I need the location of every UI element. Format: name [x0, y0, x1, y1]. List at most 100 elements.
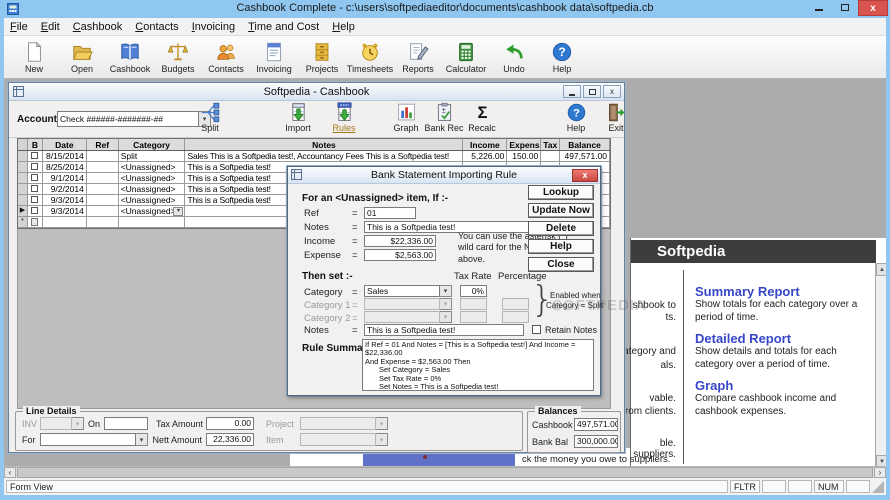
date-cell[interactable]: 9/3/2014 [43, 206, 87, 216]
menu-item-help[interactable]: Help [332, 21, 355, 33]
ref-cell[interactable] [87, 206, 119, 216]
ref-cell[interactable] [87, 195, 119, 205]
toolbar-button-projects[interactable]: Projects [300, 37, 344, 77]
row-checkbox[interactable] [31, 163, 39, 170]
resize-grip[interactable] [872, 480, 884, 493]
bank-rec-cell[interactable] [28, 206, 43, 216]
column-header-income[interactable]: Income [463, 139, 508, 150]
toolbar-button-undo[interactable]: Undo [492, 37, 536, 77]
cashbook-restore-button[interactable] [583, 85, 601, 98]
nett-amount-field[interactable]: 22,336.00 [206, 433, 254, 446]
toolbar-button-contacts[interactable]: Contacts [204, 37, 248, 77]
menu-item-invoicing[interactable]: Invoicing [192, 21, 235, 33]
scroll-right-arrow[interactable]: › [874, 467, 886, 478]
row-checkbox[interactable] [31, 174, 39, 181]
date-cell[interactable]: 8/15/2014 [43, 151, 87, 161]
scroll-left-arrow[interactable]: ‹ [4, 467, 16, 478]
bank-rec-cell[interactable] [28, 162, 43, 172]
delete-button[interactable]: Delete [528, 221, 594, 236]
import-button[interactable]: Import [277, 102, 319, 137]
rules-button[interactable]: Rules [323, 102, 365, 137]
lookup-button[interactable]: Lookup [528, 185, 594, 200]
bank-rec-cell[interactable] [28, 151, 43, 161]
toolbar-button-calculator[interactable]: Calculator [444, 37, 488, 77]
recalc-button[interactable]: Σ Recalc [461, 102, 503, 137]
cashbook-help-button[interactable]: ? Help [555, 102, 597, 137]
column-header-category[interactable]: Category [119, 139, 186, 150]
close-button[interactable]: x [858, 0, 888, 16]
row-checkbox[interactable] [31, 185, 39, 192]
toolbar-button-help[interactable]: ? Help [540, 37, 584, 77]
menu-item-cashbook[interactable]: Cashbook [73, 21, 123, 33]
column-header-ref[interactable]: Ref [87, 139, 119, 150]
notes-cell[interactable]: Sales This is a Softpedia test!, Account… [185, 151, 464, 161]
income-input[interactable]: $22,336.00 [364, 235, 436, 247]
close-button[interactable]: Close [528, 257, 594, 272]
column-header-notes[interactable]: Notes [185, 139, 464, 150]
expense-cell[interactable]: 150.00 [507, 151, 542, 161]
retain-notes-checkbox[interactable] [532, 325, 541, 334]
bank-rec-cell[interactable] [28, 173, 43, 183]
category-cell[interactable] [119, 217, 186, 227]
update-now-button[interactable]: Update Now [528, 203, 594, 218]
scrollbar-thumb[interactable] [17, 467, 873, 478]
row-selector-header[interactable] [18, 139, 28, 150]
column-header-expense[interactable]: Expense [507, 139, 542, 150]
split-button[interactable]: Split [189, 102, 231, 137]
detailed-report-link[interactable]: Detailed Report [695, 331, 791, 346]
date-cell[interactable]: 9/3/2014 [43, 195, 87, 205]
account-value[interactable]: Check ######-#######-## [57, 111, 199, 127]
on-field[interactable] [104, 417, 148, 430]
date-cell[interactable] [43, 217, 87, 227]
category-cell[interactable]: <Unassigned> [119, 195, 186, 205]
menu-item-file[interactable]: File [10, 21, 28, 33]
scroll-down-arrow[interactable]: ▼ [876, 455, 886, 466]
graph-link[interactable]: Graph [695, 378, 733, 393]
toolbar-button-invoicing[interactable]: Invoicing [252, 37, 296, 77]
expense-input[interactable]: $2,563.00 [364, 249, 436, 261]
maximize-button[interactable] [832, 0, 858, 15]
menu-item-time-and-cost[interactable]: Time and Cost [248, 21, 319, 33]
category-cell[interactable]: <Unassigned> [119, 184, 186, 194]
minimize-button[interactable] [806, 0, 832, 15]
scroll-up-arrow[interactable]: ▲ [876, 263, 886, 276]
column-header-b[interactable]: B [28, 139, 43, 150]
category-cell[interactable]: Split [119, 151, 186, 161]
bank-rec-button[interactable]: ± Bank Rec [423, 102, 465, 137]
bank-rec-cell[interactable] [28, 217, 43, 227]
income-cell[interactable]: 5,226.00 [463, 151, 508, 161]
account-combo[interactable]: Check ######-#######-## ▾ [57, 111, 211, 127]
toolbar-button-new[interactable]: New [12, 37, 56, 77]
row-checkbox[interactable] [31, 207, 39, 214]
date-cell[interactable]: 8/25/2014 [43, 162, 87, 172]
menu-item-edit[interactable]: Edit [41, 21, 60, 33]
cashbook-minimize-button[interactable] [563, 85, 581, 98]
category-cell[interactable]: <Unassigned> ▾ [119, 206, 186, 216]
summary-report-link[interactable]: Summary Report [695, 284, 800, 299]
category-tax-rate-input[interactable]: 0% [460, 285, 487, 297]
category-combo-arrow[interactable]: ▾ [173, 207, 184, 216]
category-combo[interactable]: Sales ▾ [364, 285, 452, 297]
exit-button[interactable]: Exit [595, 102, 637, 137]
column-header-balance[interactable]: Balance [560, 139, 611, 150]
ref-cell[interactable] [87, 151, 119, 161]
toolbar-button-budgets[interactable]: Budgets [156, 37, 200, 77]
tax-amount-field[interactable]: 0.00 [206, 417, 254, 430]
toolbar-button-reports[interactable]: Reports [396, 37, 440, 77]
balance-cell[interactable]: 497,571.00 [560, 151, 611, 161]
column-header-tax[interactable]: Tax [541, 139, 561, 150]
toolbar-button-cashbook[interactable]: Cashbook [108, 37, 152, 77]
column-header-date[interactable]: Date [43, 139, 87, 150]
ref-cell[interactable] [87, 184, 119, 194]
cashbook-close-button[interactable]: x [603, 85, 621, 98]
ref-cell[interactable] [87, 173, 119, 183]
bank-rec-cell[interactable] [28, 195, 43, 205]
ref-cell[interactable] [87, 162, 119, 172]
help-button[interactable]: Help [528, 239, 594, 254]
row-checkbox[interactable] [31, 196, 39, 203]
table-row[interactable]: 8/15/2014 Split Sales This is a Softpedia … [18, 151, 611, 162]
ref-input[interactable]: 01 [364, 207, 416, 219]
date-cell[interactable]: 9/2/2014 [43, 184, 87, 194]
toolbar-button-timesheets[interactable]: Timesheets [347, 37, 393, 77]
horizontal-scrollbar[interactable]: ‹ › [4, 466, 886, 478]
